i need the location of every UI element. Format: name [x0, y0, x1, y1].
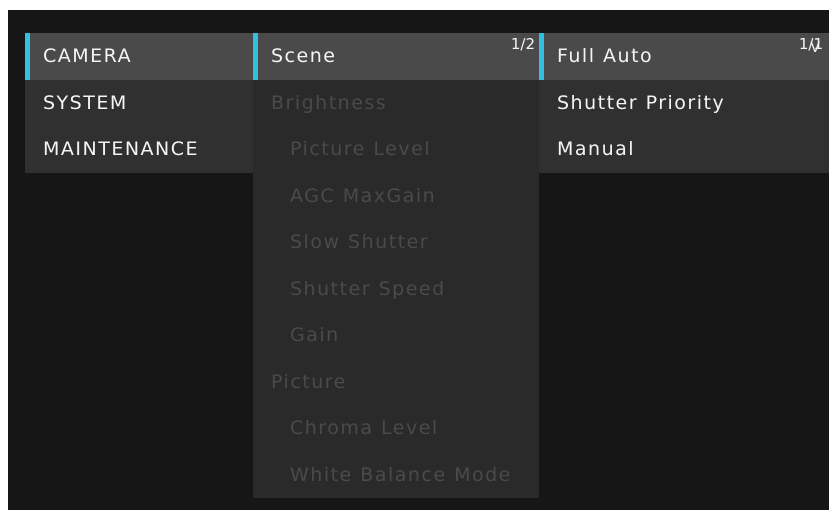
menu-item-label: Shutter Speed: [290, 277, 446, 300]
menu-item-label: Picture: [271, 370, 347, 393]
menu-item-picture: Picture: [253, 359, 539, 406]
menu-item-brightness: Brightness: [253, 80, 539, 127]
menu-item-camera[interactable]: CAMERA: [25, 33, 253, 80]
menu-item-label: White Balance Mode: [290, 463, 512, 486]
menu-item-label: AGC MaxGain: [290, 184, 437, 207]
menu-item-slow-shutter: Slow Shutter: [253, 219, 539, 266]
menu-item-label: CAMERA: [43, 45, 133, 67]
menu-item-manual[interactable]: Manual: [539, 126, 829, 173]
menu-item-white-balance-mode: White Balance Mode: [253, 452, 539, 499]
menu-item-agc-maxgain: AGC MaxGain: [253, 173, 539, 220]
menu-item-label: SYSTEM: [43, 91, 128, 114]
menu-item-system[interactable]: SYSTEM: [25, 80, 253, 127]
scene-submenu: Full Auto 1/1 V Shutter Priority Manual: [539, 33, 829, 173]
menu-item-full-auto[interactable]: Full Auto 1/1 V: [539, 33, 829, 80]
menu-item-label: MAINTENANCE: [43, 138, 200, 160]
menu-item-label: Brightness: [271, 91, 388, 114]
page-indicator: 1/2: [510, 35, 535, 53]
menu-item-gain: Gain: [253, 312, 539, 359]
menu-item-label: Chroma Level: [290, 417, 439, 439]
menu-item-shutter-speed: Shutter Speed: [253, 266, 539, 313]
main-menu: CAMERA SYSTEM MAINTENANCE: [25, 33, 253, 173]
menu-item-picture-level: Picture Level: [253, 126, 539, 173]
osd-screen: CAMERA SYSTEM MAINTENANCE Scene 1/2 Brig…: [8, 10, 829, 510]
menu-item-label: Full Auto: [557, 45, 654, 67]
menu-item-maintenance[interactable]: MAINTENANCE: [25, 126, 253, 173]
menu-item-label: Shutter Priority: [557, 91, 726, 114]
menu-item-label: Gain: [290, 324, 340, 346]
scroll-down-icon: V: [810, 40, 820, 56]
menu-item-label: Scene: [271, 45, 337, 67]
menu-item-label: Picture Level: [290, 138, 432, 160]
menu-item-shutter-priority[interactable]: Shutter Priority: [539, 80, 829, 127]
camera-submenu: Scene 1/2 Brightness Picture Level AGC M…: [253, 33, 539, 498]
menu-item-scene[interactable]: Scene 1/2: [253, 33, 539, 80]
menu-item-label: Slow Shutter: [290, 231, 430, 253]
menu-item-label: Manual: [557, 138, 636, 160]
menu-item-chroma-level: Chroma Level: [253, 405, 539, 452]
